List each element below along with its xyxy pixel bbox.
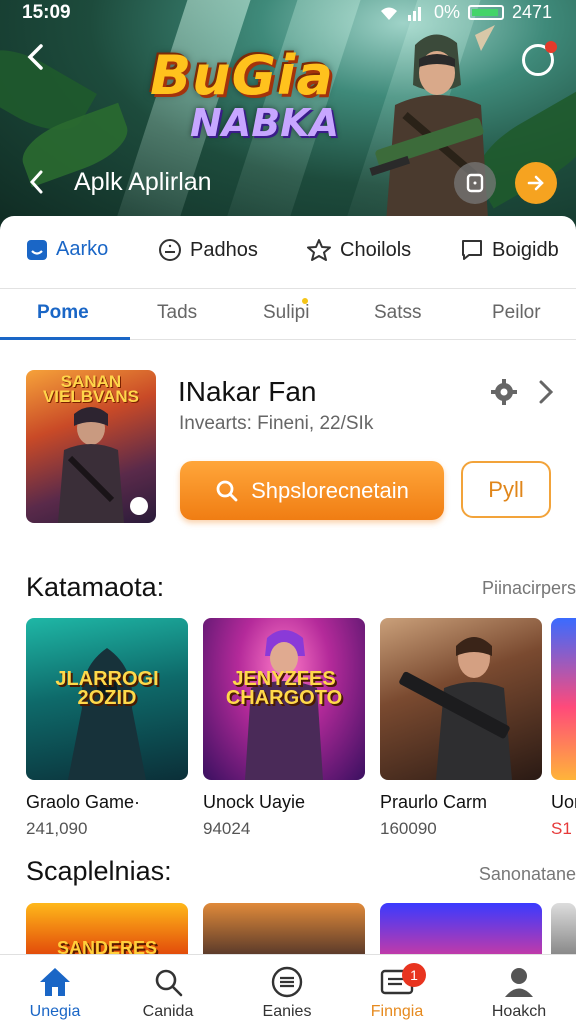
search-icon: [216, 480, 238, 501]
secondary-action-button[interactable]: Pyll: [461, 461, 551, 518]
bottom-nav-label: Unegia: [29, 1003, 81, 1020]
arrow-right-icon: [527, 175, 544, 191]
tab-satss[interactable]: Satss: [374, 302, 422, 324]
status-time: 15:09: [22, 2, 71, 23]
hero-back-icon[interactable]: [22, 168, 50, 196]
back-icon[interactable]: [20, 42, 50, 72]
featured-character-art: [58, 407, 124, 523]
top-nav-label: Padhos: [190, 238, 258, 261]
top-nav-label: Aarko: [56, 238, 109, 260]
top-nav-label: Choilols: [340, 238, 412, 261]
tab-peilor[interactable]: Peilor: [492, 302, 541, 324]
star-icon: [307, 239, 331, 261]
game-card-count: 160090: [380, 819, 437, 838]
search-icon: [155, 969, 183, 997]
game-card-name: Graolo Game·: [26, 792, 141, 812]
game-card-art-title: SANDERES: [56, 938, 158, 955]
featured-subtitle: Invearts: Fineni, 22/SIk: [179, 413, 374, 434]
top-nav-item-boigidb[interactable]: Boigidb: [460, 238, 559, 262]
bottom-nav: Unegia Canida Eanies 1 Finngia Hoakch: [0, 954, 576, 1024]
bottom-nav-label: Hoakch: [491, 1003, 547, 1020]
top-nav-item-padhos[interactable]: Padhos: [158, 238, 258, 262]
settings-gear-icon[interactable]: [490, 378, 518, 406]
game-card[interactable]: Praurlo Carm 160090: [380, 618, 542, 839]
game-logo: BuGia NABKA: [150, 44, 339, 145]
game-card-image: JLARROGI 2OZID: [26, 618, 188, 780]
section-title: Scaplelnias:: [26, 856, 172, 886]
game-card-preview[interactable]: [551, 903, 576, 955]
active-tab-indicator: [0, 337, 130, 340]
battery-percent: 0%: [433, 2, 460, 22]
soldier-art: [399, 637, 512, 780]
signal-icon: [407, 6, 421, 21]
top-nav-item-aarko[interactable]: Aarko: [26, 238, 108, 261]
bottom-nav-messages[interactable]: 1 Finngia: [342, 963, 452, 1021]
section-see-all-link[interactable]: Piinacirpers: [482, 578, 576, 599]
bottom-nav-home[interactable]: Unegia: [0, 965, 110, 1021]
battery-icon: [467, 5, 504, 20]
tab-tads[interactable]: Tads: [157, 302, 197, 324]
status-bar: 15:09 0% 2471: [0, 0, 576, 28]
game-card-image: JENYZFES CHARGOTO: [203, 618, 365, 780]
bottom-nav-label: Canida: [142, 1003, 194, 1020]
top-nav-item-choilols[interactable]: Choilols: [306, 238, 411, 262]
logo-line-1: BuGia: [150, 44, 334, 107]
game-card-art-title: JLARROGI 2OZID: [55, 668, 159, 709]
featured-thumbnail[interactable]: SANAN VIELBVANS: [26, 370, 156, 523]
game-card-count: S1: [551, 819, 572, 838]
tab-new-dot: [302, 298, 308, 304]
game-card-count: 94024: [203, 819, 251, 838]
top-nav: Aarko Padhos Choilols Boigidb: [0, 216, 576, 288]
game-card-art-title: JENYZFES CHARGOTO: [225, 668, 343, 709]
game-card[interactable]: Uor S1: [551, 618, 576, 839]
chat-icon: [462, 240, 482, 260]
home-icon: [40, 968, 70, 996]
primary-action-button[interactable]: Shpsloreсnetain: [180, 461, 444, 520]
forward-button[interactable]: [515, 162, 557, 204]
top-nav-label: Boigidb: [492, 238, 559, 261]
bottom-nav-list[interactable]: Eanies: [232, 965, 342, 1021]
notification-dot: [545, 41, 557, 53]
bottom-nav-profile[interactable]: Hoakch: [464, 965, 574, 1021]
game-card-image: [380, 618, 542, 780]
hero-banner: 15:09 0% 2471 BuGia NABKA Aplk Aplirlan: [0, 0, 576, 232]
tab-sulipi[interactable]: Sulipi: [263, 302, 309, 324]
logo-line-2: NABKA: [190, 101, 340, 145]
notification-badge: 1: [402, 963, 426, 987]
play-badge-icon: [130, 497, 148, 515]
section-see-all-link[interactable]: Sanonatane: [479, 864, 576, 885]
featured-title: INakar Fan: [178, 376, 317, 407]
game-card-preview[interactable]: SANDERES: [26, 903, 188, 955]
section-title: Katamaota:: [26, 572, 165, 602]
game-card-preview[interactable]: [203, 903, 365, 955]
bottom-nav-label: Eanies: [262, 1003, 312, 1020]
tab-bar: Pome Tads Sulipi Satss Peilor: [0, 288, 576, 340]
status-number: 2471: [511, 2, 552, 22]
face-icon: [159, 239, 181, 261]
chevron-right-icon[interactable]: [534, 379, 558, 405]
notification-button[interactable]: [522, 41, 557, 76]
list-icon: [271, 966, 303, 998]
game-card-name: Unock Uayie: [203, 792, 306, 812]
wifi-icon: [380, 7, 397, 20]
game-card-preview[interactable]: [380, 903, 542, 955]
game-card[interactable]: JLARROGI 2OZID Graolo Game· 241,090: [26, 618, 188, 839]
game-card[interactable]: JENYZFES CHARGOTO Unock Uayie 94024: [203, 618, 365, 839]
tab-pome[interactable]: Pome: [37, 302, 89, 324]
game-card-image: [551, 618, 576, 780]
game-card-name: Praurlo Carm: [380, 792, 488, 812]
bottom-nav-search[interactable]: Canida: [113, 965, 223, 1021]
primary-action-label: Shpsloreсnetain: [251, 477, 409, 503]
app-icon: [27, 239, 47, 260]
share-button[interactable]: [454, 162, 496, 204]
bottom-nav-label: Finngia: [370, 1003, 424, 1020]
hero-title: Aplk Aplirlan: [74, 168, 212, 196]
game-card-name: Uor: [551, 792, 576, 812]
square-icon: [466, 173, 484, 193]
game-card-count: 241,090: [26, 819, 88, 838]
profile-icon: [505, 968, 533, 997]
